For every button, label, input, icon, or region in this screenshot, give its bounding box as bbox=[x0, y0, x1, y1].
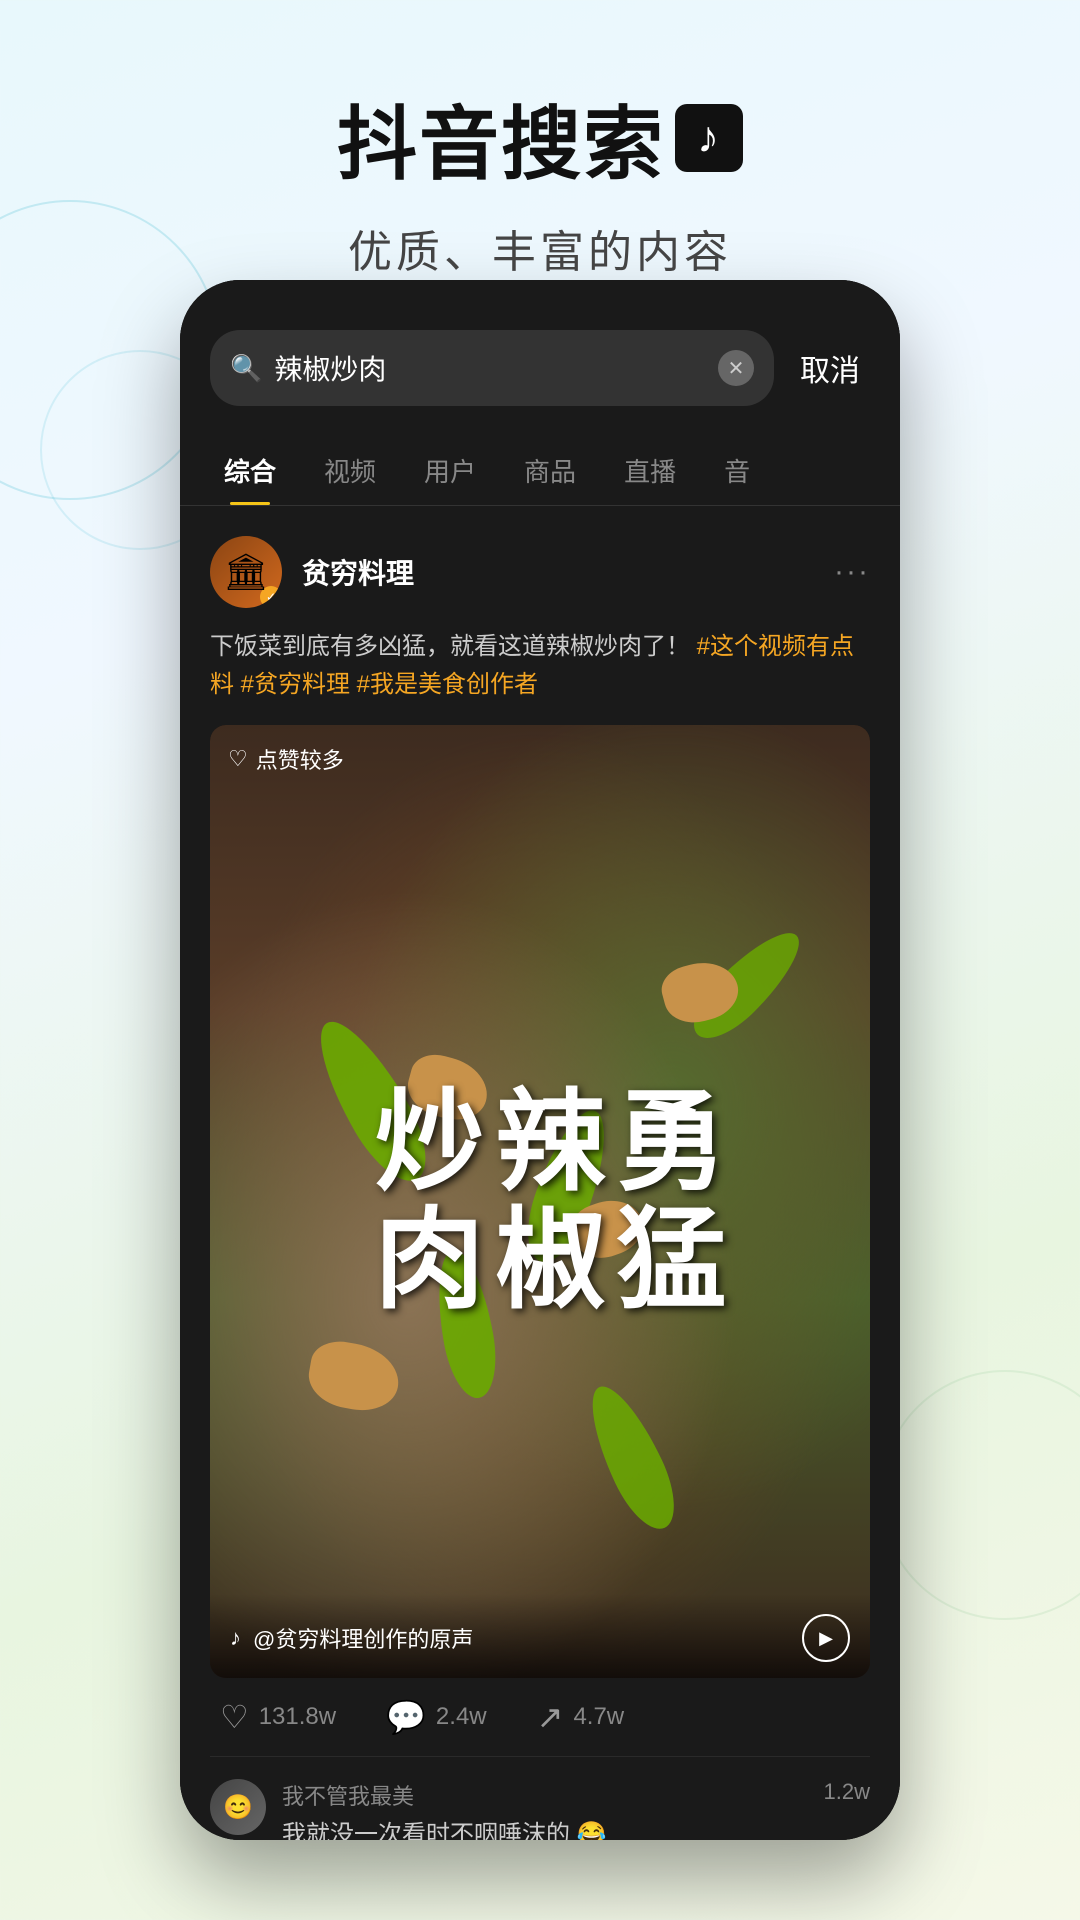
audio-text: @贫穷料理创作的原声 bbox=[253, 1622, 790, 1654]
interaction-row: ♡ 131.8w 💬 2.4w ↗ 4.7w bbox=[210, 1678, 870, 1756]
comment-button[interactable]: 💬 2.4w bbox=[386, 1698, 487, 1736]
comment-section: 😊 我不管我最美 我就没一次看时不咽唾沫的 😂 1.2w bbox=[210, 1756, 870, 1840]
post-desc-text: 下饭菜到底有多凶猛，就看这道辣椒炒肉了！ bbox=[210, 633, 690, 660]
comment-row: 😊 我不管我最美 我就没一次看时不咽唾沫的 😂 1.2w bbox=[210, 1767, 870, 1840]
tab-live[interactable]: 直播 bbox=[600, 436, 700, 505]
tiktok-logo-icon: ♪ bbox=[675, 104, 743, 172]
tab-audio[interactable]: 音 bbox=[700, 436, 774, 505]
like-button[interactable]: ♡ 131.8w bbox=[220, 1698, 336, 1736]
clear-search-button[interactable]: ✕ bbox=[718, 350, 754, 386]
header-section: 抖音搜索 ♪ 优质、丰富的内容 bbox=[0, 0, 1080, 280]
video-card[interactable]: ♡ 点赞较多 勇猛辣椒炒肉 ♪ @贫穷料理创作的原声 ▶ bbox=[210, 725, 870, 1678]
tab-bar: 综合 视频 用户 商品 直播 音 bbox=[180, 426, 900, 506]
tab-video[interactable]: 视频 bbox=[300, 436, 400, 505]
more-options-button[interactable]: ··· bbox=[834, 555, 870, 589]
heart-interact-icon: ♡ bbox=[220, 1698, 249, 1736]
username[interactable]: 贫穷料理 bbox=[302, 552, 814, 592]
tab-label-0: 综合 bbox=[224, 457, 276, 487]
tiktok-watermark-icon: ♪ bbox=[230, 1625, 241, 1651]
phone-screen: 🔍 辣椒炒肉 ✕ 取消 综合 视频 用户 商品 bbox=[180, 280, 900, 1840]
commenter-name: 我不管我最美 bbox=[282, 1779, 808, 1811]
commenter-emoji: 😊 bbox=[223, 1793, 253, 1822]
cancel-button[interactable]: 取消 bbox=[790, 346, 870, 390]
tab-label-2: 用户 bbox=[424, 457, 476, 487]
comments-count: 2.4w bbox=[436, 1703, 487, 1731]
phone-mockup: 🔍 辣椒炒肉 ✕ 取消 综合 视频 用户 商品 bbox=[180, 280, 900, 1840]
search-icon: 🔍 bbox=[230, 353, 262, 384]
comment-icon: 💬 bbox=[386, 1698, 426, 1736]
video-bottom-bar: ♪ @贫穷料理创作的原声 ▶ bbox=[210, 1594, 870, 1678]
tab-label-4: 直播 bbox=[624, 457, 676, 487]
shares-count: 4.7w bbox=[573, 1703, 624, 1731]
comment-content: 我不管我最美 我就没一次看时不咽唾沫的 😂 bbox=[282, 1779, 808, 1840]
share-icon: ↗ bbox=[537, 1698, 564, 1736]
comment-text: 我就没一次看时不咽唾沫的 😂 bbox=[282, 1817, 808, 1840]
video-text-overlay: 勇猛辣椒炒肉 bbox=[210, 725, 870, 1678]
share-button[interactable]: ↗ 4.7w bbox=[537, 1698, 625, 1736]
user-row: ✓ 贫穷料理 ··· bbox=[210, 536, 870, 608]
comment-avatar: 😊 bbox=[210, 1779, 266, 1835]
search-query-text: 辣椒炒肉 bbox=[274, 348, 706, 388]
phone-frame: 🔍 辣椒炒肉 ✕ 取消 综合 视频 用户 商品 bbox=[180, 280, 900, 1840]
tab-user[interactable]: 用户 bbox=[400, 436, 500, 505]
verified-badge: ✓ bbox=[260, 586, 282, 608]
tab-label-1: 视频 bbox=[324, 457, 376, 487]
title-text: 抖音搜索 bbox=[337, 80, 665, 196]
app-title: 抖音搜索 ♪ bbox=[337, 80, 743, 196]
tab-comprehensive[interactable]: 综合 bbox=[200, 436, 300, 505]
avatar[interactable]: ✓ bbox=[210, 536, 282, 608]
content-area: ✓ 贫穷料理 ··· 下饭菜到底有多凶猛，就看这道辣椒炒肉了！ #这个视频有点料… bbox=[180, 506, 900, 1840]
search-input-container[interactable]: 🔍 辣椒炒肉 ✕ bbox=[210, 330, 774, 406]
search-bar-area: 🔍 辣椒炒肉 ✕ 取消 bbox=[180, 280, 900, 426]
tab-label-5: 音 bbox=[724, 457, 750, 487]
comment-count: 1.2w bbox=[824, 1779, 870, 1805]
calligraphy-text: 勇猛辣椒炒肉 bbox=[359, 1083, 722, 1319]
post-description: 下饭菜到底有多凶猛，就看这道辣椒炒肉了！ #这个视频有点料 #贫穷料理 #我是美… bbox=[210, 628, 870, 705]
bg-decoration-3 bbox=[880, 1370, 1080, 1620]
tab-product[interactable]: 商品 bbox=[500, 436, 600, 505]
tab-label-3: 商品 bbox=[524, 457, 576, 487]
subtitle-text: 优质、丰富的内容 bbox=[0, 216, 1080, 280]
likes-count: 131.8w bbox=[259, 1703, 336, 1731]
play-button[interactable]: ▶ bbox=[802, 1614, 850, 1662]
